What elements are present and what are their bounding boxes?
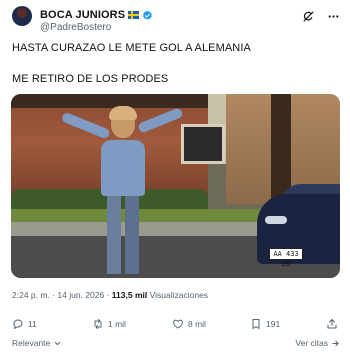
author-handle[interactable]: @PadreBostero: [40, 22, 111, 33]
sort-label: Relevante: [12, 338, 51, 348]
license-plate: AA 433 EK: [269, 248, 303, 268]
post-video[interactable]: AA 433 EK: [11, 94, 340, 278]
grok-icon[interactable]: [302, 10, 315, 23]
meta-separator: ·: [52, 290, 56, 300]
verified-badge-icon: [143, 10, 153, 20]
post-text-line2: ME RETIRO DE LOS PRODES: [12, 73, 169, 85]
post-time[interactable]: 2:24 p. m.: [12, 290, 50, 300]
sweden-flag-icon: [128, 11, 140, 19]
repost-icon: [94, 319, 102, 329]
post-meta: 2:24 p. m. · 14 jun. 2026 · 113,5 mil Vi…: [12, 290, 208, 300]
video-person-body: [101, 140, 145, 196]
view-quotes-link[interactable]: Ver citas: [295, 338, 340, 348]
share-button[interactable]: [326, 318, 338, 330]
sort-replies-dropdown[interactable]: Relevante: [12, 338, 62, 348]
display-name[interactable]: BOCA JUNIORS: [40, 9, 125, 21]
share-icon: [327, 319, 337, 329]
action-bar: 11 1 mil 8 mil 191: [12, 318, 340, 332]
bookmark-icon: [252, 319, 260, 329]
like-button[interactable]: 8 mil: [172, 318, 206, 330]
like-count: 8 mil: [188, 319, 206, 329]
video-car-headlight: [265, 216, 287, 224]
reply-icon: [13, 319, 23, 329]
meta-separator: ·: [106, 290, 110, 300]
repost-count: 1 mil: [108, 319, 126, 329]
video-window: [181, 124, 225, 164]
video-person-hair: [109, 106, 137, 120]
author-name-row: BOCA JUNIORS: [40, 9, 153, 21]
video-person-leg-left: [107, 194, 121, 274]
more-icon[interactable]: [327, 10, 340, 23]
post-text-line1: HASTA CURAZAO LE METE GOL A ALEMANIA: [12, 42, 251, 54]
chevron-down-icon: [55, 341, 61, 345]
video-person-leg-right: [125, 194, 139, 274]
reply-button[interactable]: 11: [12, 318, 37, 330]
avatar[interactable]: [12, 6, 32, 26]
view-quotes-label: Ver citas: [295, 338, 328, 348]
bookmark-count: 191: [266, 319, 281, 329]
bookmark-button[interactable]: 191: [250, 318, 280, 330]
views-count: 113,5 mil: [111, 290, 148, 300]
reply-count: 11: [28, 319, 37, 329]
header-actions: [302, 10, 340, 23]
heart-icon: [173, 319, 183, 329]
tweet-card: BOCA JUNIORS @PadreBostero HASTA CURAZAO…: [0, 0, 350, 352]
post-date[interactable]: 14 jun. 2026: [57, 290, 104, 300]
views-label: Visualizaciones: [149, 290, 209, 300]
repost-button[interactable]: 1 mil: [92, 318, 126, 330]
arrow-right-icon: [332, 340, 339, 346]
